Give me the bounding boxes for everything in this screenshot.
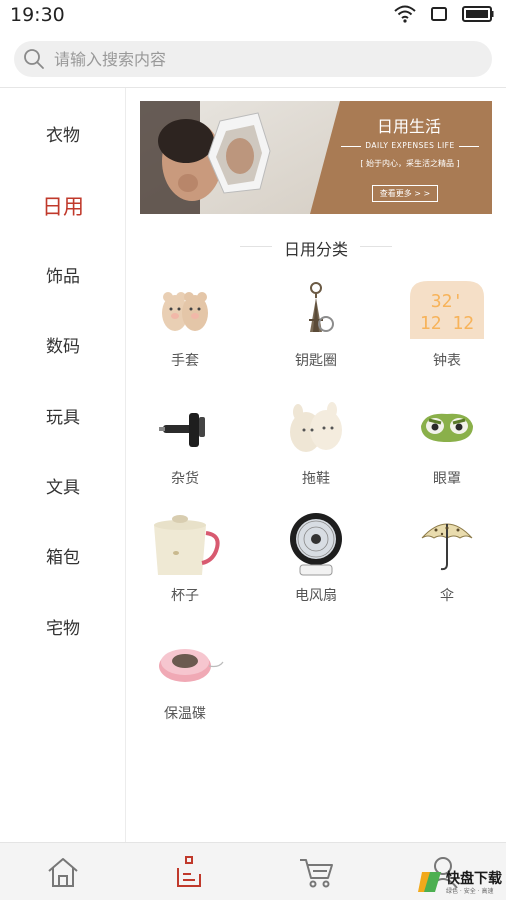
fan-icon xyxy=(282,511,350,579)
category-sidebar: 衣物 日用 饰品 数码 玩具 文具 箱包 宅物 xyxy=(0,88,126,842)
category-label: 手套 xyxy=(171,353,199,369)
sidebar-item-stationery[interactable]: 文具 xyxy=(0,468,126,508)
clock-icon: 32' 12 12 xyxy=(403,276,491,344)
search-icon[interactable] xyxy=(22,47,46,71)
category-fan[interactable]: 电风扇 xyxy=(266,511,366,611)
category-clock[interactable]: 32' 12 12 钟表 xyxy=(397,276,497,376)
category-label: 伞 xyxy=(440,588,454,604)
category-label: 杯子 xyxy=(171,588,199,604)
banner-text-panel: 日用生活 DAILY EXPENSES LIFE [ 始于内心，采生活之精品 ]… xyxy=(310,101,492,214)
banner-tagline: [ 始于内心，采生活之精品 ] xyxy=(360,159,460,168)
section-title-wrap: 日用分类 xyxy=(140,236,492,259)
watermark: 快盘下载 绿色 · 安全 · 高速 xyxy=(412,862,506,900)
category-label: 杂货 xyxy=(171,471,199,487)
watermark-slogan: 绿色 · 安全 · 高速 xyxy=(446,888,494,895)
status-icons xyxy=(394,5,494,23)
gloves-icon xyxy=(151,276,219,344)
sundries-icon xyxy=(151,394,219,462)
eye-mask-icon xyxy=(413,394,481,462)
home-icon xyxy=(48,858,78,887)
nav-category[interactable] xyxy=(168,851,210,893)
warming-plate-icon xyxy=(149,629,229,697)
category-label: 钟表 xyxy=(433,353,461,369)
umbrella-icon xyxy=(413,511,481,579)
svg-text:32': 32' xyxy=(431,291,464,312)
category-cup[interactable]: 杯子 xyxy=(135,511,235,611)
sidebar-item-daily[interactable]: 日用 xyxy=(0,187,126,227)
sidebar-item-home-goods[interactable]: 宅物 xyxy=(0,609,126,649)
battery-icon xyxy=(462,6,494,22)
category-label: 电风扇 xyxy=(295,588,337,604)
category-slippers[interactable]: 拖鞋 xyxy=(266,394,366,494)
sidebar-item-accessories[interactable]: 饰品 xyxy=(0,257,126,297)
section-title: 日用分类 xyxy=(283,240,348,259)
sidebar-item-toys[interactable]: 玩具 xyxy=(0,398,126,438)
banner-more-button[interactable]: 查看更多 > > xyxy=(372,185,438,202)
category-keychain[interactable]: 钥匙圈 xyxy=(266,276,366,376)
category-banner[interactable]: 日用生活 DAILY EXPENSES LIFE [ 始于内心，采生活之精品 ]… xyxy=(140,101,492,214)
nav-home[interactable] xyxy=(42,851,84,893)
sidebar-item-clothing[interactable]: 衣物 xyxy=(0,116,126,156)
category-gloves[interactable]: 手套 xyxy=(135,276,235,376)
sidebar-item-bags[interactable]: 箱包 xyxy=(0,538,126,578)
svg-text:12 12: 12 12 xyxy=(420,313,474,334)
watermark-logo-icon xyxy=(418,872,441,892)
slippers-icon xyxy=(282,394,350,462)
sidebar-item-digital[interactable]: 数码 xyxy=(0,327,126,367)
watermark-brand: 快盘下载 xyxy=(446,871,502,887)
search-bar xyxy=(14,41,492,77)
cup-icon xyxy=(145,511,225,579)
category-label: 拖鞋 xyxy=(302,471,330,487)
category-label: 眼罩 xyxy=(433,471,461,487)
category-umbrella[interactable]: 伞 xyxy=(397,511,497,611)
banner-title: 日用生活 xyxy=(376,117,441,136)
category-warming-plate[interactable]: 保温碟 xyxy=(135,629,235,729)
category-label: 保温碟 xyxy=(164,706,206,722)
nav-cart[interactable] xyxy=(295,851,337,893)
category-sundries[interactable]: 杂货 xyxy=(135,394,235,494)
status-time: 19:30 xyxy=(10,4,65,26)
title-line-right xyxy=(360,246,392,247)
status-bar: 19:30 xyxy=(0,0,506,32)
category-label: 钥匙圈 xyxy=(295,353,337,369)
search-input[interactable] xyxy=(54,41,474,77)
category-icon xyxy=(177,856,201,887)
banner-subtitle: DAILY EXPENSES LIFE xyxy=(328,141,492,150)
keychain-icon xyxy=(282,276,350,344)
wifi-icon xyxy=(394,5,416,23)
sim-card-icon xyxy=(431,7,447,21)
title-line-left xyxy=(240,246,272,247)
category-eye-mask[interactable]: 眼罩 xyxy=(397,394,497,494)
cart-icon xyxy=(300,859,333,888)
